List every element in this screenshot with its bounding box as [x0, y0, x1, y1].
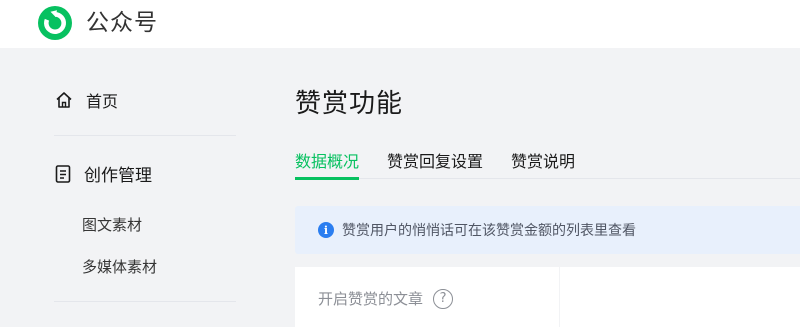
- logo[interactable]: 公众号: [34, 2, 158, 44]
- sidebar-group-creation-label: 创作管理: [84, 166, 152, 186]
- tab-bar: 数据概况 赞赏回复设置 赞赏说明: [295, 146, 800, 180]
- stat-card-articles: 开启赞赏的文章 ?: [295, 267, 559, 327]
- sidebar-divider: [54, 135, 236, 136]
- stat-card-right: [560, 267, 800, 327]
- stat-card-label-text: 开启赞赏的文章: [318, 290, 424, 308]
- question-circle-icon[interactable]: ?: [433, 288, 454, 309]
- notice-text: 赞赏用户的悄悄话可在该赞赏金额的列表里查看: [342, 223, 636, 239]
- page-title: 赞赏功能: [295, 89, 404, 119]
- tab-data-overview[interactable]: 数据概况: [295, 146, 360, 180]
- sidebar-divider: [54, 301, 236, 302]
- tab-reply-settings[interactable]: 赞赏回复设置: [387, 146, 483, 179]
- tab-reward-description[interactable]: 赞赏说明: [511, 146, 575, 179]
- sidebar-item-article-materials[interactable]: 图文素材: [82, 214, 142, 235]
- sidebar-item-home-label: 首页: [86, 92, 119, 111]
- sidebar-item-media-materials[interactable]: 多媒体素材: [82, 256, 157, 277]
- stat-card-label: 开启赞赏的文章 ?: [318, 288, 454, 309]
- info-icon: i: [318, 222, 334, 238]
- document-icon: [55, 164, 71, 183]
- main-content: 赞赏功能 数据概况 赞赏回复设置 赞赏说明 i 赞赏用户的悄悄话可在该赞赏金额的…: [270, 48, 800, 327]
- wechat-official-account-logo-icon: [38, 6, 72, 40]
- brand-name: 公众号: [86, 10, 158, 36]
- home-icon: [56, 92, 72, 108]
- sidebar-group-creation[interactable]: 创作管理: [54, 161, 152, 186]
- sidebar: 首页 创作管理 图文素材 多媒体素材: [0, 48, 270, 327]
- sidebar-item-home[interactable]: 首页: [54, 88, 118, 112]
- info-notice: i 赞赏用户的悄悄话可在该赞赏金额的列表里查看: [295, 206, 800, 254]
- top-bar: 公众号: [0, 0, 800, 48]
